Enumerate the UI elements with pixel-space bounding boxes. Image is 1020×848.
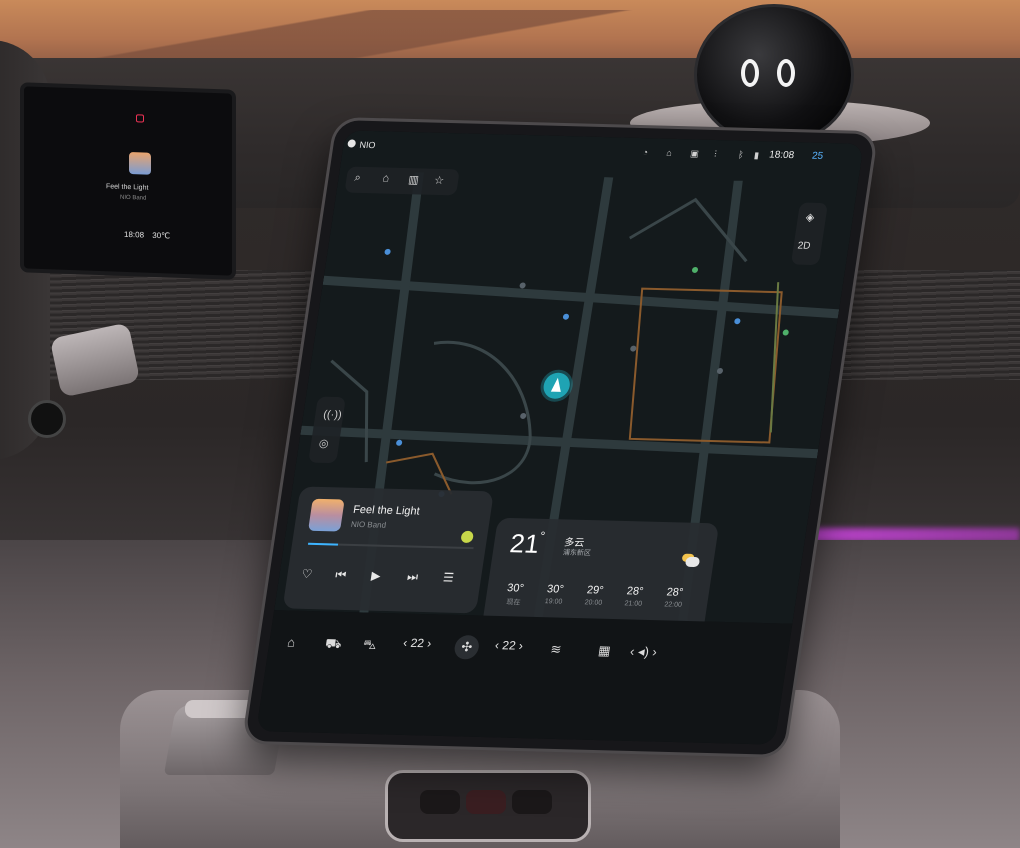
bluetooth-icon: ᛒ: [737, 149, 745, 160]
dock-row: ⌂ ⛟ ⛍ ‹ 22 › ✣ ‹ 22 › ≋ ▦ ‹ ◂) ›: [267, 628, 790, 672]
company-icon[interactable]: ▥: [407, 173, 419, 186]
music-widget[interactable]: Feel the Light NIO Band ♡ ⏮ ▶ ⏭ ☰: [282, 486, 494, 614]
instrument-cluster: Feel the Light NIO Band 18:08 30℃: [20, 82, 236, 280]
status-time: 18:08: [768, 149, 795, 162]
cluster-album-art: [129, 152, 151, 175]
apps-grid-icon[interactable]: ▦: [597, 643, 611, 659]
view-mode-button[interactable]: 2D: [797, 241, 811, 252]
hourly-temp: 28°: [625, 585, 645, 598]
right-temp-setting[interactable]: ‹ 22 ›: [494, 638, 524, 653]
hourly-forecast-item: 30° 现在: [495, 582, 535, 608]
equalizer-icon: ⫶: [713, 149, 718, 160]
album-art[interactable]: [308, 498, 345, 532]
navigation-map[interactable]: NIO ◔ ⌂ ▣ ⫶ ᛒ ▮ 18:08 25 ⌕ ⌂ ▥ ☆ ◈ 2D ((…: [274, 130, 864, 646]
song-artist: NIO Band: [350, 519, 387, 530]
cluster-track-artist: NIO Band: [120, 194, 147, 202]
cluster-time-temp: 18:08 30℃: [124, 230, 170, 241]
car-icon[interactable]: ⛟: [324, 636, 343, 654]
source-badge: [460, 530, 475, 544]
nomi-assistant: [694, 4, 854, 146]
phone-icon: ⌂: [665, 147, 673, 158]
user-name[interactable]: NIO: [359, 140, 376, 150]
bottom-dock: ⌂ ⛟ ⛍ ‹ 22 › ✣ ‹ 22 › ≋ ▦ ‹ ◂) ›: [256, 610, 793, 745]
hourly-time: 21:00: [623, 600, 643, 608]
hourly-time: 现在: [505, 599, 521, 607]
hourly-temp: 29°: [586, 584, 605, 597]
center-display-screen: NIO ◔ ⌂ ▣ ⫶ ᛒ ▮ 18:08 25 ⌕ ⌂ ▥ ☆ ◈ 2D ((…: [256, 130, 864, 745]
play-icon[interactable]: ▶: [370, 569, 381, 583]
fan-icon[interactable]: ✣: [452, 634, 481, 660]
hazard-button[interactable]: [466, 790, 506, 814]
car-interior-scene: Feel the Light NIO Band 18:08 30℃ NIO ◔ …: [0, 0, 1020, 848]
weather-location: 浦东新区: [562, 549, 592, 558]
hourly-forecast-item: 28° 21:00: [615, 585, 654, 608]
left-temp-setting[interactable]: ‹ 22 ›: [402, 636, 432, 651]
hourly-temp: 30°: [546, 583, 565, 596]
hourly-temp: 30°: [506, 582, 525, 595]
start-button: [28, 400, 66, 438]
home-icon[interactable]: ⌂: [286, 635, 296, 650]
hourly-forecast-item: 30° 19:00: [535, 583, 574, 606]
right-temp-value: 22: [501, 638, 517, 653]
left-temp-value: 22: [409, 635, 426, 651]
console-button-right[interactable]: [512, 790, 552, 814]
map-toolbar: ⌕ ⌂ ▥ ☆: [344, 166, 460, 196]
camera-icon: ▣: [689, 148, 700, 159]
hourly-forecast-item: 28° 22:00: [655, 586, 694, 609]
volume-icon[interactable]: ‹ ◂) ›: [629, 644, 658, 661]
user-avatar[interactable]: [347, 139, 357, 148]
next-icon[interactable]: ⏭: [406, 569, 419, 584]
signal-icon: ▮: [753, 150, 760, 161]
sound-wave-icon[interactable]: ((·)): [322, 409, 342, 421]
current-temperature: 21°: [508, 528, 546, 560]
hourly-time: 19:00: [544, 598, 563, 606]
console-button-left[interactable]: [420, 790, 460, 814]
playlist-icon[interactable]: ☰: [442, 570, 455, 584]
playback-progress-fill: [307, 542, 339, 546]
hourly-time: 20:00: [584, 599, 603, 607]
degree-symbol: °: [539, 528, 547, 543]
bell-icon: ◔: [641, 147, 649, 158]
cluster-temperature: 30℃: [152, 230, 171, 241]
center-display: NIO ◔ ⌂ ▣ ⫶ ᛒ ▮ 18:08 25 ⌕ ⌂ ▥ ☆ ◈ 2D ((…: [244, 120, 876, 755]
cluster-time: 18:08: [124, 229, 145, 240]
hourly-temp: 28°: [665, 586, 685, 599]
search-icon[interactable]: ⌕: [354, 172, 362, 185]
status-temperature: 25: [811, 150, 824, 162]
hourly-forecast-item: 29° 20:00: [575, 584, 614, 607]
partly-cloudy-icon: [684, 556, 701, 568]
heart-icon[interactable]: ♡: [301, 567, 314, 581]
song-title: Feel the Light: [352, 503, 421, 518]
car-side-icon[interactable]: ⛍: [362, 637, 378, 655]
previous-icon[interactable]: ⏮: [334, 568, 347, 583]
cluster-track-title: Feel the Light: [106, 183, 149, 192]
alert-icon: [136, 114, 144, 123]
playback-progress[interactable]: [307, 542, 474, 550]
layers-icon[interactable]: ◈: [805, 211, 815, 224]
target-icon[interactable]: ◎: [318, 437, 330, 450]
star-icon[interactable]: ☆: [433, 174, 445, 187]
defrost-icon[interactable]: ≋: [549, 642, 562, 658]
hourly-time: 22:00: [663, 601, 683, 609]
home-icon[interactable]: ⌂: [382, 172, 390, 184]
nomi-right-eye: [777, 59, 795, 87]
current-temperature-value: 21: [508, 528, 542, 559]
nomi-left-eye: [741, 59, 759, 87]
